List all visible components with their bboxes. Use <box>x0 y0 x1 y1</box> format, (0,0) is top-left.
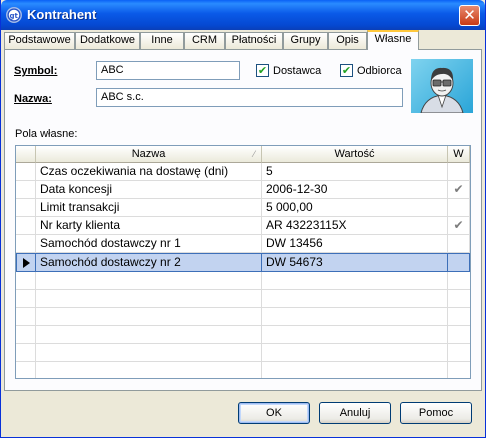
table-row[interactable]: Samochód dostawczy nr 1 DW 13456 <box>16 235 470 253</box>
field-name-cell[interactable]: Samochód dostawczy nr 2 <box>36 254 262 271</box>
field-w-cell[interactable] <box>448 254 470 271</box>
table-row[interactable]: Limit transakcji 5 000,00 <box>16 199 470 217</box>
field-value-cell[interactable]: 2006-12-30 <box>262 181 448 198</box>
sort-icon: ⁄ <box>253 149 255 159</box>
field-name-cell[interactable]: Czas oczekiwania na dostawę (dni) <box>36 163 262 180</box>
window-title: Kontrahent <box>27 7 97 22</box>
tab-opis[interactable]: Opis <box>328 32 367 49</box>
nazwa-input[interactable]: ABC s.c. <box>96 88 403 107</box>
dostawca-checkbox[interactable]: ✔ <box>256 64 269 77</box>
column-header-wartosc[interactable]: Wartość <box>262 146 448 163</box>
field-name-cell[interactable]: Limit transakcji <box>36 199 262 216</box>
symbol-label: Symbol: <box>14 65 58 77</box>
empty-row <box>16 362 470 378</box>
title-bar[interactable]: gt Kontrahent ✕ <box>1 0 485 30</box>
empty-row <box>16 272 470 290</box>
dialog-window: gt Kontrahent ✕ Podstawowe Dodatkowe Inn… <box>0 0 486 438</box>
nazwa-label: Nazwa: <box>14 93 52 105</box>
field-value-cell[interactable]: 5 <box>262 163 448 180</box>
close-icon: ✕ <box>463 6 476 24</box>
close-button[interactable]: ✕ <box>459 5 480 26</box>
row-indicator <box>16 181 36 198</box>
custom-fields-label: Pola własne: <box>15 128 78 140</box>
empty-row <box>16 308 470 326</box>
field-name-cell[interactable]: Data koncesji <box>36 181 262 198</box>
column-header-w[interactable]: W <box>448 146 470 163</box>
tab-dodatkowe[interactable]: Dodatkowe <box>75 32 140 49</box>
table-row-selected[interactable]: Samochód dostawczy nr 2 DW 54673 <box>16 253 470 272</box>
tab-inne[interactable]: Inne <box>140 32 184 49</box>
field-w-cell[interactable] <box>448 235 470 252</box>
person-avatar-icon[interactable] <box>411 59 473 114</box>
table-row[interactable]: Czas oczekiwania na dostawę (dni) 5 <box>16 163 470 181</box>
check-icon[interactable]: ✔ <box>448 217 470 234</box>
field-value-cell[interactable]: 5 000,00 <box>262 199 448 216</box>
odbiorca-label: Odbiorca <box>357 65 402 77</box>
field-w-cell[interactable] <box>448 163 470 180</box>
tab-grupy[interactable]: Grupy <box>283 32 328 49</box>
empty-row <box>16 326 470 344</box>
field-value-cell[interactable]: AR 43223115X <box>262 217 448 234</box>
empty-row <box>16 344 470 362</box>
field-w-cell[interactable] <box>448 199 470 216</box>
row-indicator <box>16 235 36 252</box>
field-value-cell[interactable]: DW 54673 <box>262 254 448 271</box>
odbiorca-checkbox[interactable]: ✔ <box>340 64 353 77</box>
cancel-button[interactable]: Anuluj <box>319 402 391 424</box>
help-button[interactable]: Pomoc <box>400 402 472 424</box>
tab-platnosci[interactable]: Płatności <box>225 32 283 49</box>
field-name-cell[interactable]: Nr karty klienta <box>36 217 262 234</box>
dostawca-label: Dostawca <box>273 65 322 77</box>
empty-row <box>16 290 470 308</box>
table-row[interactable]: Nr karty klienta AR 43223115X ✔ <box>16 217 470 235</box>
tab-crm[interactable]: CRM <box>184 32 225 49</box>
svg-text:gt: gt <box>10 12 19 20</box>
row-indicator <box>16 217 36 234</box>
table-row[interactable]: Data koncesji 2006-12-30 ✔ <box>16 181 470 199</box>
tab-podstawowe[interactable]: Podstawowe <box>4 32 75 49</box>
field-name-cell[interactable]: Samochód dostawczy nr 1 <box>36 235 262 252</box>
column-header-nazwa[interactable]: Nazwa ⁄ <box>36 146 262 163</box>
check-icon[interactable]: ✔ <box>448 181 470 198</box>
symbol-input[interactable]: ABC <box>96 61 240 80</box>
field-value-cell[interactable]: DW 13456 <box>262 235 448 252</box>
ok-button[interactable]: OK <box>238 402 310 424</box>
row-indicator <box>16 163 36 180</box>
app-icon: gt <box>6 7 22 23</box>
row-pointer-icon <box>17 254 36 271</box>
row-indicator <box>16 199 36 216</box>
row-indicator-header <box>16 146 36 163</box>
tab-wlasne[interactable]: Własne <box>367 30 419 50</box>
custom-fields-grid[interactable]: Nazwa ⁄ Wartość W Czas oczekiwania na dos… <box>15 145 471 379</box>
